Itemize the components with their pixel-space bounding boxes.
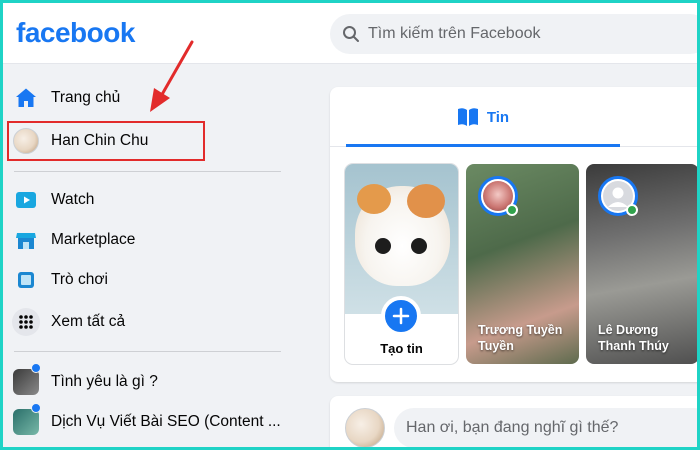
plus-icon: [392, 307, 410, 325]
top-bar: facebook Tìm kiếm trên Facebook: [0, 0, 700, 64]
watch-icon: [12, 186, 40, 214]
story-card[interactable]: Lê Dương Thanh Thúy: [586, 164, 699, 364]
sidebar-item-gaming[interactable]: Trò chơi: [12, 262, 282, 298]
sidebar-item-label: Marketplace: [51, 231, 136, 248]
sidebar-item-watch[interactable]: Watch: [12, 182, 282, 218]
tab-active-indicator: [346, 144, 620, 147]
tab-label: Tin: [486, 108, 510, 126]
unread-dot: [31, 403, 41, 413]
search-input[interactable]: Tìm kiếm trên Facebook: [368, 25, 541, 43]
online-status-dot: [506, 204, 518, 216]
sidebar-item-label: Tình yêu là gì ?: [51, 373, 158, 390]
divider: [14, 351, 281, 352]
sidebar-group-item[interactable]: Tình yêu là gì ?: [12, 363, 282, 400]
avatar[interactable]: [345, 408, 385, 448]
group-thumbnail: [13, 363, 41, 395]
group-thumbnail: [13, 403, 41, 435]
story-author: Lê Dương Thanh Thúy: [598, 323, 669, 353]
sidebar-item-label: Trang chủ: [51, 89, 121, 106]
sidebar-group-item[interactable]: Dịch Vụ Viết Bài SEO (Content ...: [12, 403, 282, 440]
annotation-arrow-icon: [150, 40, 194, 112]
story-photo: [345, 164, 458, 314]
tab-stories[interactable]: Tin: [346, 87, 620, 147]
story-create[interactable]: Tạo tin: [345, 164, 458, 364]
online-status-dot: [626, 204, 638, 216]
post-composer: Han ơi, bạn đang nghĩ gì thế?: [330, 396, 700, 450]
marketplace-icon: [12, 226, 40, 254]
gaming-icon: [12, 266, 40, 294]
status-input[interactable]: Han ơi, bạn đang nghĩ gì thế?: [394, 408, 700, 448]
sidebar-item-label: Dịch Vụ Viết Bài SEO (Content ...: [51, 413, 281, 430]
sidebar-item-marketplace[interactable]: Marketplace: [12, 222, 282, 258]
sidebar-item-label: Xem tất cả: [51, 313, 126, 330]
sidebar-item-label: Watch: [51, 191, 95, 208]
story-card[interactable]: Trương Tuyền Tuyền: [466, 164, 579, 364]
cat-patch: [357, 184, 391, 214]
divider: [14, 171, 281, 172]
stories-card: Tin Tạo tin Trương Tuyền Tuyền Lê Dương …: [330, 87, 700, 382]
cat-eye: [375, 238, 391, 254]
facebook-logo[interactable]: facebook: [16, 17, 135, 49]
sidebar-item-label: Trò chơi: [51, 271, 108, 288]
book-icon: [457, 108, 478, 126]
add-story-button[interactable]: [381, 296, 421, 336]
search-icon: [343, 26, 359, 42]
cat-patch: [407, 184, 445, 218]
grid-icon: [12, 308, 40, 336]
story-author: Trương Tuyền Tuyền: [478, 323, 563, 353]
unread-dot: [31, 363, 41, 373]
home-icon: [12, 84, 40, 112]
story-label: Tạo tin: [380, 341, 423, 356]
stories-tab-row: Tin: [330, 87, 700, 147]
cat-eye: [411, 238, 427, 254]
sidebar-item-see-all[interactable]: Xem tất cả: [12, 304, 282, 340]
annotation-highlight-box: [7, 121, 205, 161]
search-bar[interactable]: Tìm kiếm trên Facebook: [330, 14, 700, 54]
